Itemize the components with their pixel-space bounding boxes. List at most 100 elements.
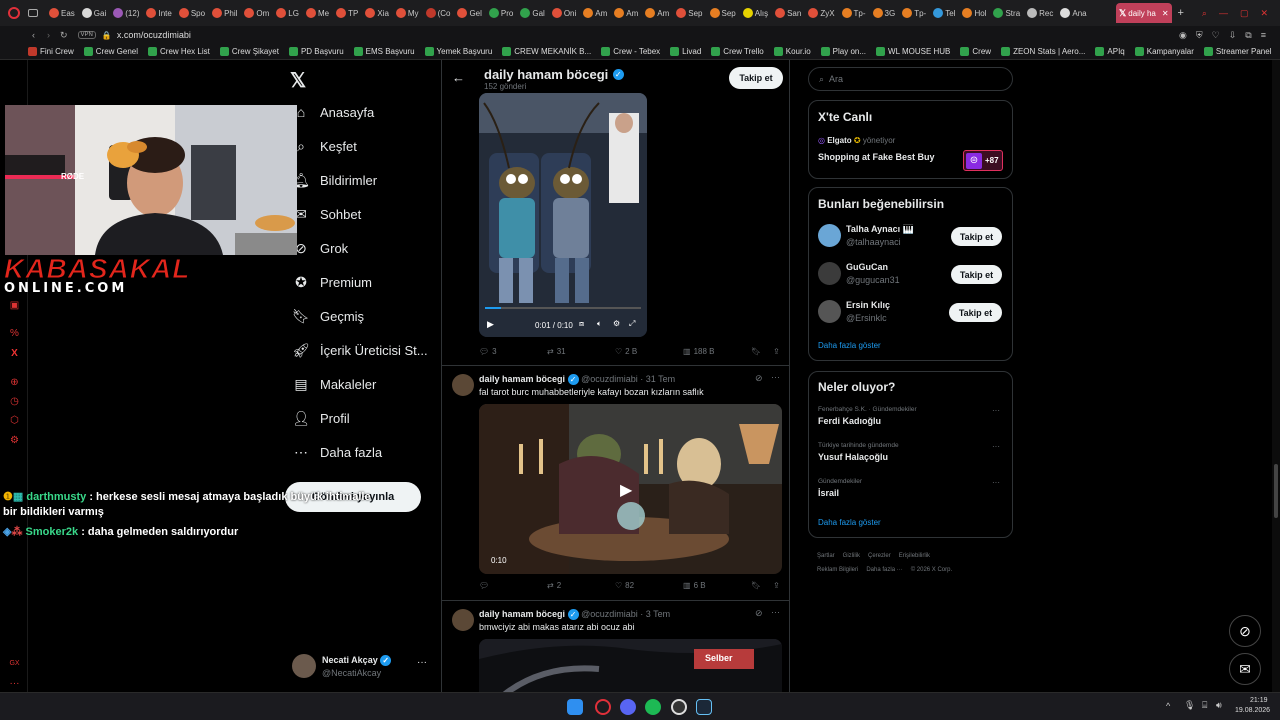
grok-icon[interactable]: ⊘ — [755, 373, 763, 384]
browser-tab[interactable]: Am — [580, 3, 610, 23]
browser-tab[interactable]: Tp- — [899, 3, 929, 23]
search-input[interactable]: ⌕ Ara — [808, 67, 1013, 91]
reload-icon[interactable]: ↻ — [60, 30, 68, 41]
sidebar-more-icon[interactable]: ··· — [9, 678, 20, 689]
browser-tab[interactable]: Xia — [362, 3, 392, 23]
bookmark-item[interactable]: Yemek Başvuru — [424, 47, 492, 56]
sidebar-percent-icon[interactable]: % — [9, 328, 20, 339]
grok-icon[interactable]: ⊘ — [755, 608, 763, 619]
footer-link[interactable]: Şartlar — [817, 553, 835, 559]
browser-tab[interactable]: Hol — [959, 3, 989, 23]
bookmark-icon[interactable]: 🔖︎ — [751, 581, 761, 590]
sidebar-gx-icon[interactable]: GX — [9, 658, 20, 669]
fullscreen-icon[interactable]: ⤢ — [629, 319, 635, 329]
bookmark-item[interactable]: Play on... — [820, 47, 866, 56]
follow-suggestion[interactable]: Talha Aynacı 🎹 @talhaaynaci Takip et — [818, 222, 1004, 252]
camera-icon[interactable]: ◉ — [1179, 30, 1187, 41]
follow-suggestion[interactable]: Ersin Kılıç @Ersinklc Takip et — [818, 298, 1004, 328]
browser-tab[interactable]: Inte — [143, 3, 174, 23]
post[interactable]: daily hamam böcegi ✓ @ocuzdimiabi · 31 T… — [442, 366, 789, 602]
browser-tab[interactable]: Tel — [930, 3, 958, 23]
post-media[interactable]: Selber — [479, 639, 782, 692]
nav-item[interactable]: 🚀︎ İçerik Üreticisi St... — [292, 339, 428, 361]
grok-float-button[interactable]: ⊘ — [1229, 615, 1261, 647]
bookmark-item[interactable]: Crew Genel — [83, 47, 138, 56]
views-button[interactable]: ▥ 6 B — [683, 581, 751, 590]
more-icon[interactable]: ··· — [771, 372, 780, 382]
follow-button[interactable]: Takip et — [951, 265, 1002, 284]
browser-tab[interactable]: Ana — [1057, 3, 1089, 23]
url-field[interactable]: x.com/ocuzdimiabi — [117, 30, 191, 40]
discord-icon[interactable] — [620, 699, 636, 715]
views-button[interactable]: ▥ 188 B — [683, 347, 751, 356]
browser-tab[interactable]: Sep — [707, 3, 739, 23]
forward-icon[interactable]: › — [47, 30, 50, 40]
browser-tab[interactable]: Gai — [79, 3, 109, 23]
captions-icon[interactable]: ⧈ — [579, 319, 584, 329]
show-more-link[interactable]: Daha fazla göster — [818, 341, 881, 350]
bookmark-item[interactable]: Kampanyalar — [1134, 47, 1194, 56]
browser-tab[interactable]: TP — [333, 3, 361, 23]
browser-tab[interactable]: Pro — [486, 3, 516, 23]
bookmark-item[interactable]: Livad — [670, 47, 701, 56]
vpn-badge[interactable]: VPN — [77, 31, 96, 39]
extensions-icon[interactable]: ⧉ — [1245, 30, 1251, 41]
sidebar-cube-icon[interactable]: ⬡ — [9, 415, 20, 426]
obs-icon[interactable] — [671, 699, 687, 715]
bookmark-item[interactable]: Crew Şikayet — [219, 47, 279, 56]
scrollbar-thumb[interactable] — [1274, 464, 1278, 518]
more-icon[interactable]: ··· — [992, 406, 1000, 415]
video-player[interactable]: ▶ 0:01 / 0:10 ⧈ 🔈︎ ⚙ ⤢ — [479, 93, 647, 337]
nav-item[interactable]: ⊘ Grok — [293, 237, 348, 259]
browser-tab[interactable]: (12) — [110, 3, 142, 23]
nav-item[interactable]: ✪ Premium — [293, 271, 372, 293]
settings-icon[interactable]: ⚙ — [613, 319, 620, 328]
back-icon[interactable]: ‹ — [32, 30, 35, 40]
bookmark-item[interactable]: Kour.io — [773, 47, 811, 56]
browser-tab[interactable]: Tp- — [839, 3, 869, 23]
like-button[interactable]: ♡ 82 — [615, 581, 683, 590]
tab-active[interactable]: 𝕏daily ha ✕ — [1116, 3, 1172, 23]
trend-item[interactable]: Fenerbahçe S.K. · Gündemdekiler Ferdi Kad… — [818, 406, 1004, 436]
opera-logo-icon[interactable] — [8, 7, 20, 19]
footer-link[interactable]: Çerezler — [868, 553, 891, 559]
x-logo-icon[interactable]: 𝕏 — [290, 68, 306, 93]
follow-button[interactable]: Takip et — [951, 227, 1002, 246]
bookmark-item[interactable]: WL MOUSE HUB — [876, 47, 950, 56]
browser-tab[interactable]: Am — [642, 3, 672, 23]
footer-link[interactable]: Daha fazla ··· — [866, 567, 902, 573]
share-icon[interactable]: ⇪ — [773, 347, 780, 356]
bookmark-item[interactable]: Crew - Tebex — [601, 47, 660, 56]
footer-link[interactable]: Gizlilik — [843, 553, 860, 559]
windows-start-icon[interactable] — [567, 699, 583, 715]
scrollbar[interactable] — [1272, 60, 1280, 692]
browser-tab[interactable]: ZyX — [805, 3, 837, 23]
clock-date[interactable]: 19.08.2026 — [1235, 707, 1270, 714]
trend-item[interactable]: Türkiye tarihinde gündemde Yusuf Halaçoğl… — [818, 442, 1004, 472]
more-icon[interactable]: ··· — [771, 607, 780, 617]
nav-item[interactable]: 🔖︎ Geçmiş — [292, 305, 364, 327]
browser-tab[interactable]: 3G — [870, 3, 899, 23]
shield-icon[interactable]: ⛨ — [1196, 30, 1203, 41]
close-window-icon[interactable]: ✕ — [1260, 8, 1268, 19]
workspace-icon[interactable] — [28, 9, 38, 17]
like-button[interactable]: ♡ 2 B — [615, 347, 683, 356]
follow-button[interactable]: Takip et — [949, 303, 1002, 322]
sidebar-x-icon[interactable]: X — [9, 348, 20, 359]
sidebar-app-icon[interactable]: ▣ — [9, 300, 20, 311]
browser-tab[interactable]: Rec — [1024, 3, 1056, 23]
share-icon[interactable]: ⇪ — [773, 581, 780, 590]
volume-icon[interactable]: 🔈︎ — [597, 319, 602, 329]
bookmark-item[interactable]: PD Başvuru — [288, 47, 344, 56]
browser-tab[interactable]: Stra — [990, 3, 1023, 23]
bookmark-item[interactable]: ZEON Stats | Aero... — [1001, 47, 1085, 56]
nav-item[interactable]: 👤︎ Profil — [292, 407, 350, 429]
browser-tab[interactable]: Me — [303, 3, 332, 23]
new-tab-button[interactable]: + — [1178, 7, 1184, 19]
bookmark-icon[interactable]: 🔖︎ — [751, 347, 761, 356]
post[interactable]: daily hamam böcegi ✓ @ocuzdimiabi · 3 Te… — [442, 601, 789, 692]
post-video[interactable]: ▶ 0:10 — [479, 404, 782, 574]
sidebar-history-icon[interactable]: ◷ — [9, 396, 20, 407]
bookmark-item[interactable]: EMS Başvuru — [353, 47, 415, 56]
more-icon[interactable]: ··· — [992, 442, 1000, 451]
